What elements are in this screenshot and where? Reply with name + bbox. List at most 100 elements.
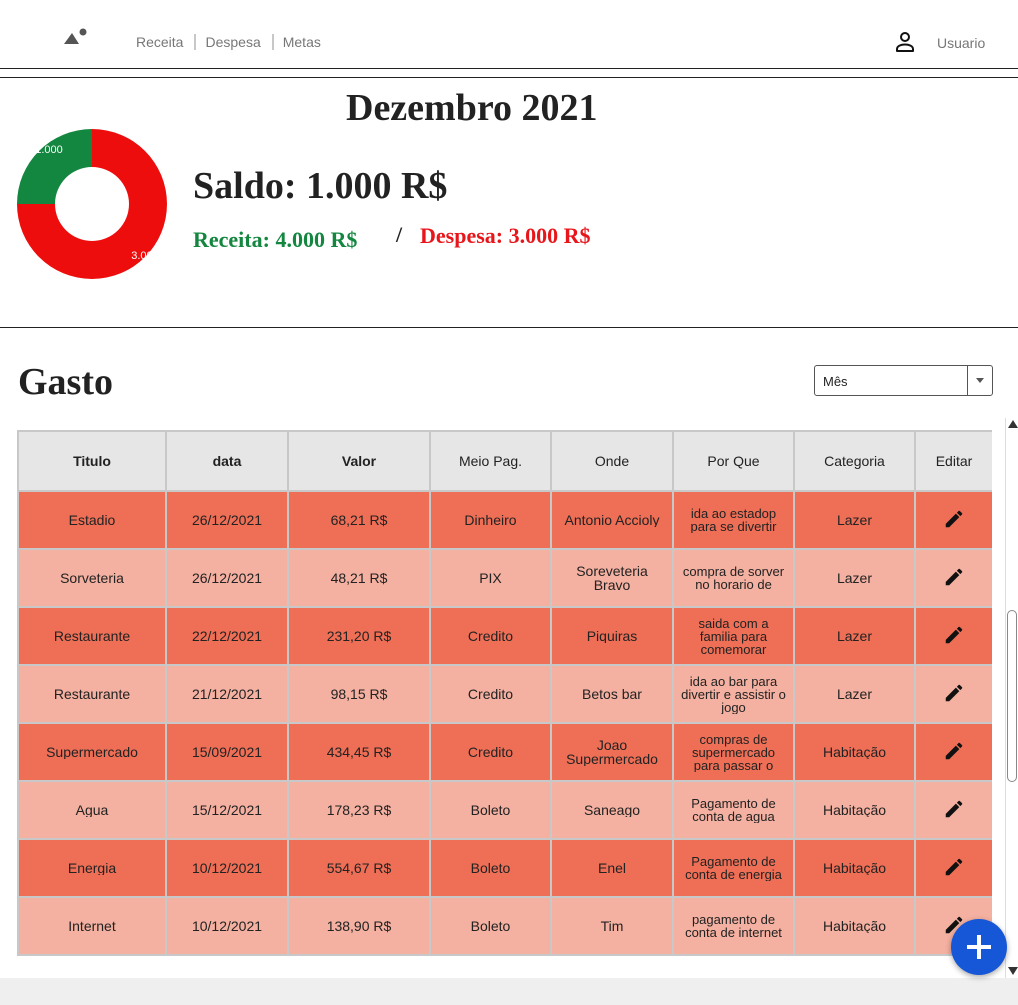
cell-onde-text: Betos bar (582, 687, 642, 701)
cell-editar (914, 548, 992, 608)
cell-data: 10/12/2021 (165, 838, 289, 898)
cell-data-text: 21/12/2021 (191, 687, 263, 701)
cell-valor: 138,90 R$ (287, 896, 431, 956)
cell-por-que-text: ida ao estadop para se divertir (690, 507, 777, 533)
cell-data-text: 15/09/2021 (191, 745, 263, 759)
cell-categoria-text: Habitação (822, 861, 887, 875)
cell-por-que-text: Pagamento de conta de agua (691, 797, 776, 823)
period-select[interactable]: Mês (814, 365, 993, 396)
footer-strip (0, 978, 1018, 1005)
nav-despesa[interactable]: Despesa (205, 34, 260, 50)
cell-categoria-text: Lazer (836, 513, 873, 527)
pencil-icon[interactable] (943, 624, 965, 646)
main-nav: Receita Despesa Metas (136, 34, 321, 50)
cell-categoria: Lazer (793, 548, 916, 608)
pencil-icon[interactable] (943, 508, 965, 530)
period-select-value: Mês (823, 374, 848, 389)
landscape-icon[interactable] (62, 27, 90, 47)
col-meio-pag[interactable]: Meio Pag. (429, 430, 552, 492)
col-onde[interactable]: Onde (550, 430, 674, 492)
cell-data-text: 10/12/2021 (191, 919, 263, 933)
col-data[interactable]: data (165, 430, 289, 492)
cell-valor-text: 68,21 R$ (330, 513, 388, 527)
col-categoria[interactable]: Categoria (793, 430, 916, 492)
cell-meio-pag: Boleto (429, 780, 552, 840)
cell-titulo: Restaurante (17, 606, 167, 666)
user-menu[interactable]: Usuario (893, 30, 985, 54)
cell-editar (914, 780, 992, 840)
scroll-down-icon[interactable] (1008, 967, 1018, 975)
pencil-icon[interactable] (943, 856, 965, 878)
expense-text: Despesa: 3.000 R$ (420, 223, 591, 248)
header-divider (0, 77, 1018, 78)
add-expense-button[interactable] (951, 919, 1007, 975)
cell-por-que: Pagamento de conta de agua (672, 780, 795, 840)
cell-onde: Antonio Accioly (550, 490, 674, 550)
cell-meio-pag: Credito (429, 606, 552, 666)
cell-por-que: ida ao estadop para se divertir (672, 490, 795, 550)
cell-valor-text: 231,20 R$ (326, 629, 392, 643)
scroll-up-icon[interactable] (1008, 420, 1018, 428)
cell-editar (914, 722, 992, 782)
table-row: Energia 10/12/2021 554,67 R$ Boleto Enel Paga… (17, 838, 992, 898)
cell-onde-text: Tim (600, 919, 624, 933)
cell-valor: 434,45 R$ (287, 722, 431, 782)
nav-receita[interactable]: Receita (136, 34, 183, 50)
cell-titulo-text: Sorveteria (60, 571, 124, 585)
cell-data-text: 26/12/2021 (191, 571, 263, 585)
cell-meio-pag: PIX (429, 548, 552, 608)
cell-valor: 554,67 R$ (287, 838, 431, 898)
cell-por-que-text: compras de supermercado para passar o (691, 732, 776, 772)
cell-categoria: Lazer (793, 606, 916, 666)
cell-valor-text: 48,21 R$ (330, 571, 388, 585)
cell-onde-text: Saneago (583, 803, 641, 817)
cell-data: 26/12/2021 (165, 490, 289, 550)
cell-data-text: 26/12/2021 (191, 513, 263, 527)
cell-meio-pag-text: Credito (467, 629, 514, 643)
cell-valor-text: 178,23 R$ (326, 803, 392, 817)
cell-meio-pag: Credito (429, 664, 552, 724)
nav-divider (194, 34, 197, 50)
user-label[interactable]: Usuario (937, 35, 985, 51)
cell-por-que-text: Pagamento de conta de energia (685, 855, 782, 881)
cell-onde: Joao Supermercado (550, 722, 674, 782)
pencil-icon[interactable] (943, 566, 965, 588)
table-scrollbar[interactable] (1005, 418, 1018, 980)
section-title: Gasto (18, 361, 113, 403)
income-text: Receita: 4.000 R$ (193, 227, 358, 252)
pencil-icon[interactable] (943, 682, 965, 704)
header-divider (0, 68, 1018, 69)
chevron-down-icon[interactable] (967, 366, 992, 395)
table-row: Sorveteria 26/12/2021 48,21 R$ PIX Soreveter… (17, 548, 992, 608)
pencil-icon[interactable] (943, 798, 965, 820)
cell-meio-pag: Boleto (429, 838, 552, 898)
cell-onde-text: Joao Supermercado (566, 738, 658, 766)
cell-onde: Betos bar (550, 664, 674, 724)
col-por-que[interactable]: Por Que (672, 430, 795, 492)
col-titulo[interactable]: Titulo (17, 430, 167, 492)
table-row: Restaurante 21/12/2021 98,15 R$ Credito Beto… (17, 664, 992, 724)
cell-onde: Enel (550, 838, 674, 898)
cell-por-que-text: compra de sorver no horario de (682, 565, 785, 591)
person-icon[interactable] (893, 30, 917, 54)
scrollbar-thumb[interactable] (1007, 610, 1017, 782)
col-editar[interactable]: Editar (914, 430, 992, 492)
cell-data: 15/12/2021 (165, 780, 289, 840)
table-row: Supermercado 15/09/2021 434,45 R$ Credito Jo… (17, 722, 992, 782)
cell-meio-pag-text: Credito (467, 745, 514, 759)
cell-categoria-text: Lazer (836, 629, 873, 643)
cell-categoria: Lazer (793, 490, 916, 550)
table-row: Agua 15/12/2021 178,23 R$ Boleto Saneago Paga… (17, 780, 992, 840)
cell-por-que-text: ida ao bar para divertir e assistir o jo… (681, 674, 786, 714)
cell-categoria: Habitação (793, 722, 916, 782)
col-valor[interactable]: Valor (287, 430, 431, 492)
cell-editar (914, 490, 992, 550)
cell-categoria-text: Habitação (822, 803, 887, 817)
cell-valor: 68,21 R$ (287, 490, 431, 550)
cell-onde: Tim (550, 896, 674, 956)
pencil-icon[interactable] (943, 740, 965, 762)
cell-titulo: Internet (17, 896, 167, 956)
table-row: Estadio 26/12/2021 68,21 R$ Dinheiro Antonio… (17, 490, 992, 550)
nav-metas[interactable]: Metas (283, 34, 321, 50)
cell-onde-text: Piquiras (586, 629, 638, 643)
